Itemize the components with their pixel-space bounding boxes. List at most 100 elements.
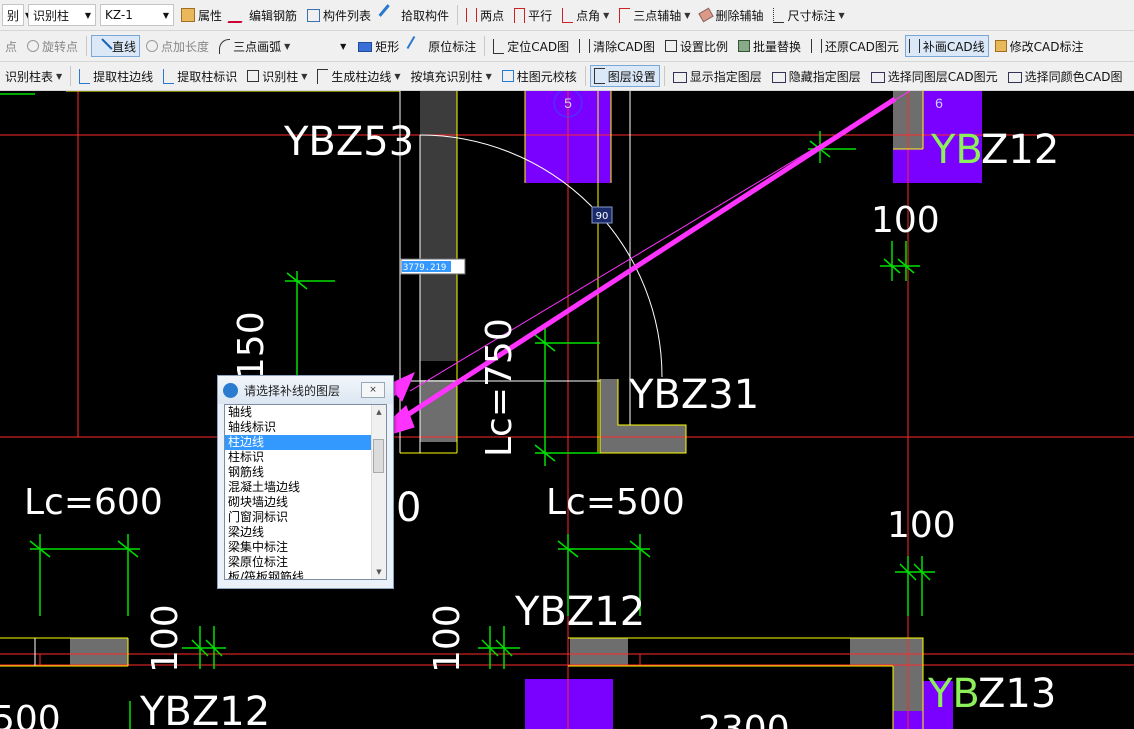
close-button[interactable]: ⨯ — [361, 382, 385, 398]
show-layer-button[interactable]: 显示指定图层 — [669, 65, 766, 87]
list-item[interactable]: 梁边线 — [225, 525, 371, 540]
point-length-button[interactable]: 点加长度 — [142, 35, 213, 57]
restore-cad-button[interactable]: 还原CAD图元 — [807, 35, 903, 57]
component-list-button[interactable]: 构件列表 — [303, 4, 375, 26]
dialog-titlebar[interactable]: 请选择补线的图层 ⨯ — [218, 376, 393, 404]
extract-label-icon — [163, 68, 175, 84]
grey-column-ybz13 — [850, 638, 923, 711]
chevron-down-icon: ▼ — [838, 10, 845, 20]
scroll-up-icon[interactable]: ▲ — [372, 405, 386, 419]
label-ybz13-prefix: YB — [927, 671, 980, 717]
extract-column-label-button[interactable]: 提取柱标识 — [159, 65, 241, 87]
in-place-label-button[interactable]: 原位标注 — [405, 35, 480, 57]
clear-cad-button[interactable]: 清除CAD图 — [575, 35, 659, 57]
extract-column-edge-button[interactable]: 提取柱边线 — [75, 65, 157, 87]
chevron-down-icon: ▼ — [84, 10, 91, 20]
parallel-button[interactable]: 平行 — [510, 4, 556, 26]
two-points-button[interactable]: 两点 — [462, 4, 508, 26]
batch-replace-button[interactable]: 批量替换 — [734, 35, 805, 57]
cad-icon — [771, 71, 786, 83]
locate-cad-button[interactable]: 定位CAD图 — [489, 35, 573, 57]
chevron-down-icon: ▼ — [162, 10, 169, 20]
select-same-color-button[interactable]: 选择同颜色CAD图 — [1004, 65, 1127, 87]
list-item[interactable]: 柱标识 — [225, 450, 371, 465]
length-input-value[interactable]: 3779.219 — [403, 263, 446, 273]
select-same-layer-button[interactable]: 选择同图层CAD图元 — [867, 65, 1002, 87]
list-item[interactable]: 砌块墙边线 — [225, 495, 371, 510]
list-item[interactable]: 钢筋线 — [225, 465, 371, 480]
pick-component-button[interactable]: 拾取构件 — [377, 4, 453, 26]
list-scrollbar[interactable]: ▲ ▼ — [371, 405, 386, 579]
point-length-icon — [146, 40, 159, 52]
line-button[interactable]: 直线 — [91, 35, 141, 60]
point-button[interactable]: 点 — [1, 35, 21, 57]
three-point-arc-button[interactable]: 三点画弧 ▼ — [215, 35, 294, 57]
dimension-button[interactable]: 尺寸标注 ▼ — [769, 4, 848, 26]
list-item[interactable]: 混凝土墙边线 — [225, 480, 371, 495]
grey-column-mid — [570, 638, 628, 666]
list-item[interactable]: 轴线标识 — [225, 420, 371, 435]
layer-listbox[interactable]: 轴线 轴线标识 柱边线 柱标识 钢筋线 混凝土墙边线 砌块墙边线 门窗洞标识 梁… — [224, 404, 387, 580]
separator — [86, 36, 88, 56]
list-item[interactable]: 柱边线 — [225, 435, 371, 450]
drawing-canvas[interactable]: 5 6 YBZ53 YB Z12 100 1150 Lc=750 YBZ31 L… — [0, 91, 1134, 729]
three-point-aux-button[interactable]: 三点辅轴 ▼ — [615, 4, 694, 26]
label-ybz12-mid: YBZ12 — [514, 589, 645, 635]
batch-replace-icon — [737, 40, 750, 52]
list-item[interactable]: 板/筏板钢筋线 — [225, 570, 371, 579]
list-item[interactable]: 梁集中标注 — [225, 540, 371, 555]
column-check-button[interactable]: 柱图元校核 — [498, 65, 581, 87]
edit-rebar-button[interactable]: 编辑钢筋 — [227, 4, 301, 26]
layer-combo[interactable]: 别▼ — [2, 4, 31, 26]
grey-column-ybz53 — [420, 91, 457, 361]
set-scale-button[interactable]: 设置比例 — [661, 35, 732, 57]
generate-column-edge-button[interactable]: 生成柱边线 ▼ — [313, 65, 404, 87]
label-ybz12-top-prefix: YB — [930, 127, 983, 173]
dim-0: 0 — [396, 485, 421, 531]
properties-button[interactable]: 属性 — [177, 4, 226, 26]
axis-label-5: 5 — [564, 95, 572, 111]
dim-100-right: 100 — [887, 505, 956, 546]
chevron-down-icon: ▼ — [56, 71, 63, 81]
point-angle-button[interactable]: 点角 ▼ — [558, 4, 613, 26]
clear-icon — [579, 39, 591, 53]
scroll-down-icon[interactable]: ▼ — [372, 565, 386, 579]
layers-icon — [593, 68, 605, 84]
separator — [457, 5, 459, 25]
cad-icon — [672, 71, 687, 83]
chevron-down-icon: ▼ — [340, 41, 347, 51]
toolbar-row-3: 识别柱表 ▼ 提取柱边线 提取柱标识 识别柱 ▼ 生成柱边线 ▼ 按填充识别柱 ▼ 柱图… — [0, 62, 1134, 91]
modify-cad-label-button[interactable]: 修改CAD标注 — [991, 35, 1088, 57]
app-icon — [223, 382, 238, 398]
rotate-point-button[interactable]: 旋转点 — [23, 35, 82, 57]
supplement-cad-line-button[interactable]: 补画CAD线 — [904, 35, 989, 57]
scroll-thumb[interactable] — [373, 439, 384, 473]
identify-column-button[interactable]: 识别柱 ▼ — [243, 65, 311, 87]
hide-layer-button[interactable]: 隐藏指定图层 — [768, 65, 865, 87]
component-name-combo[interactable]: KZ-1 ▼ — [100, 4, 174, 26]
arc-mode-combo[interactable]: ▼ — [297, 35, 351, 57]
delete-aux-button[interactable]: 删除辅轴 — [696, 4, 767, 26]
component-type-combo[interactable]: 识别柱 ▼ — [28, 4, 96, 26]
list-item[interactable]: 梁原位标注 — [225, 555, 371, 570]
line-icon — [91, 38, 113, 60]
two-points-axis-icon — [466, 8, 478, 22]
properties-icon — [181, 8, 195, 22]
list-item[interactable]: 轴线 — [225, 405, 371, 420]
layer-settings-button[interactable]: 图层设置 — [589, 65, 660, 87]
layer-select-dialog[interactable]: 请选择补线的图层 ⨯ 轴线 轴线标识 柱边线 柱标识 钢筋线 混凝土墙边线 砌块… — [217, 375, 394, 589]
separator — [70, 66, 72, 86]
fill-identify-column-button[interactable]: 按填充识别柱 ▼ — [407, 65, 496, 87]
identify-column-table-button[interactable]: 识别柱表 ▼ — [1, 65, 66, 87]
dim-lc-750: Lc=750 — [479, 318, 520, 457]
dim-2300: 2300 — [698, 709, 790, 729]
dimension-icon — [773, 7, 785, 23]
separator — [584, 66, 586, 86]
edit-rebar-icon — [227, 7, 251, 23]
list-item[interactable]: 门窗洞标识 — [225, 510, 371, 525]
extract-edge-icon — [79, 68, 91, 84]
cad-drawing[interactable]: 5 6 YBZ53 YB Z12 100 1150 Lc=750 YBZ31 L… — [0, 91, 1134, 729]
cad-icon — [870, 71, 885, 83]
rectangle-icon — [358, 42, 373, 52]
rectangle-button[interactable]: 矩形 — [354, 35, 403, 57]
